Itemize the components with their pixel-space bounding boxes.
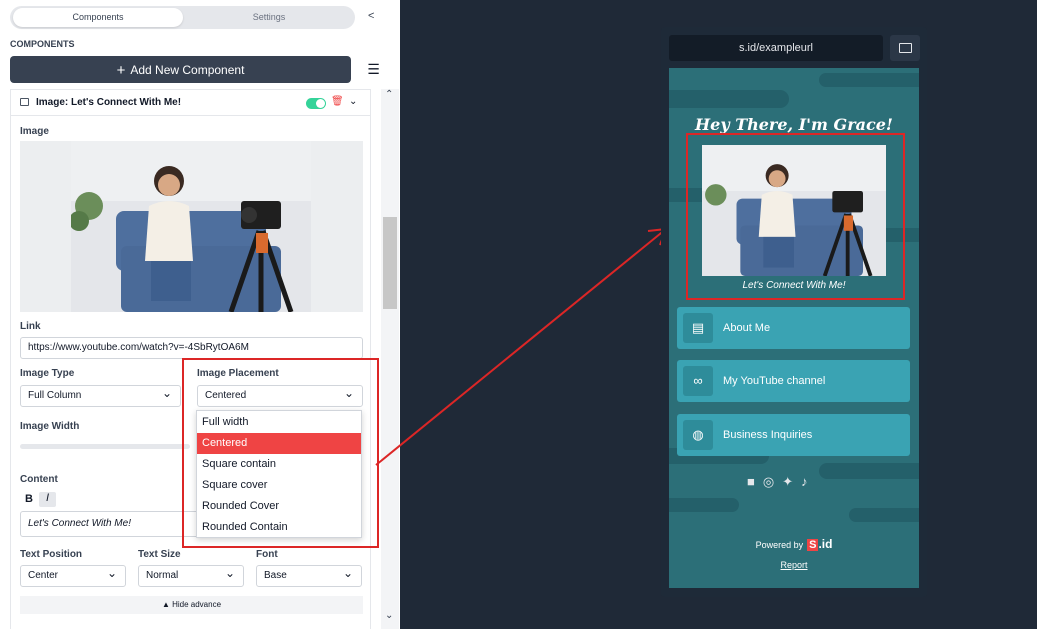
image-width-label: Image Width	[20, 421, 80, 432]
bg-shape	[669, 90, 789, 108]
facebook-icon[interactable]: ■	[747, 474, 763, 489]
chevron-down-icon[interactable]: ⌄	[349, 96, 357, 107]
bg-shape	[849, 508, 919, 522]
photo-illustration	[71, 141, 311, 312]
italic-button[interactable]: I	[39, 492, 56, 507]
brand-logo[interactable]: S	[807, 539, 819, 551]
tab-components[interactable]: Components	[13, 8, 183, 27]
image-preview[interactable]	[20, 141, 363, 312]
desktop-icon[interactable]	[890, 35, 920, 61]
component-title: Image: Let's Connect With Me!	[36, 97, 182, 108]
report-link[interactable]: Report	[669, 560, 919, 570]
photo	[71, 141, 311, 312]
text-position-select[interactable]: Center	[20, 563, 126, 587]
bg-shape	[669, 498, 739, 512]
annotation-box-left	[182, 358, 379, 548]
text-size-label: Text Size	[138, 549, 181, 560]
add-component-label: Add New Component	[130, 63, 245, 77]
social-icons: ■◎✦♪	[747, 474, 816, 490]
link-label-about: About Me	[723, 322, 771, 334]
link-icon: ∞	[683, 366, 713, 396]
link-label-youtube: My YouTube channel	[723, 375, 826, 387]
scroll-up-icon[interactable]: ⌃	[385, 89, 393, 100]
link-label: Link	[20, 321, 41, 332]
text-position-label: Text Position	[20, 549, 83, 560]
font-select[interactable]: Base	[256, 563, 362, 587]
link-input[interactable]: https://www.youtube.com/watch?v=-4SbRytO…	[20, 337, 363, 359]
powered-by: Powered by S .id	[669, 537, 919, 551]
link-label-business: Business Inquiries	[723, 429, 813, 441]
id-card-icon: ▤	[683, 313, 713, 343]
instagram-icon[interactable]: ◎	[763, 474, 782, 489]
image-width-slider[interactable]	[20, 444, 190, 449]
font-label: Font	[256, 549, 278, 560]
powered-by-text: Powered by	[755, 540, 804, 550]
tab-bar: Components Settings	[10, 6, 355, 29]
text-size-select[interactable]: Normal	[138, 563, 244, 587]
bg-shape	[819, 463, 919, 479]
preview-heading: Hey There, I'm Grace!	[695, 115, 893, 134]
hide-advance-button[interactable]: ▲ Hide advance	[20, 596, 363, 614]
annotation-box-right	[686, 133, 905, 300]
preview-url: s.id/exampleurl	[669, 35, 883, 61]
text-size-value: Normal	[146, 570, 179, 581]
twitter-icon[interactable]: ✦	[782, 474, 801, 489]
brand-logo-id: .id	[818, 537, 833, 551]
menu-icon[interactable]: ☰	[361, 56, 386, 83]
tab-settings[interactable]: Settings	[185, 8, 353, 27]
annotation-arrow	[375, 228, 667, 466]
section-title: COMPONENTS	[10, 39, 75, 49]
font-value: Base	[264, 570, 287, 581]
tiktok-icon[interactable]: ♪	[801, 474, 816, 489]
image-type-label: Image Type	[20, 368, 75, 379]
hide-advance-label: Hide advance	[172, 600, 222, 609]
link-button-youtube[interactable]: ∞ My YouTube channel	[677, 360, 910, 402]
caret-up-icon: ▲	[161, 600, 170, 609]
image-type-select[interactable]: Full Column	[20, 383, 181, 407]
add-component-button[interactable]: + Add New Component	[10, 56, 351, 83]
link-button-about[interactable]: ▤ About Me	[677, 307, 910, 349]
globe-icon: ◍	[683, 420, 713, 450]
bold-button[interactable]: B	[25, 493, 33, 505]
content-label: Content	[20, 474, 58, 485]
image-label: Image	[20, 126, 49, 137]
image-icon	[20, 98, 29, 106]
plus-icon: +	[116, 62, 126, 79]
share-icon[interactable]: <	[368, 10, 374, 22]
image-type-value: Full Column	[28, 390, 82, 401]
component-toggle[interactable]	[306, 98, 326, 109]
trash-icon[interactable]: 🗑	[331, 96, 344, 107]
scroll-down-icon[interactable]: ⌄	[385, 610, 393, 621]
bg-shape	[819, 73, 919, 87]
text-position-value: Center	[28, 570, 59, 581]
link-button-business[interactable]: ◍ Business Inquiries	[677, 414, 910, 456]
component-header[interactable]: Image: Let's Connect With Me! 🗑 ⌄	[11, 90, 371, 116]
phone-preview: s.id/exampleurl Hey There, I'm Grace! Le…	[661, 27, 927, 597]
